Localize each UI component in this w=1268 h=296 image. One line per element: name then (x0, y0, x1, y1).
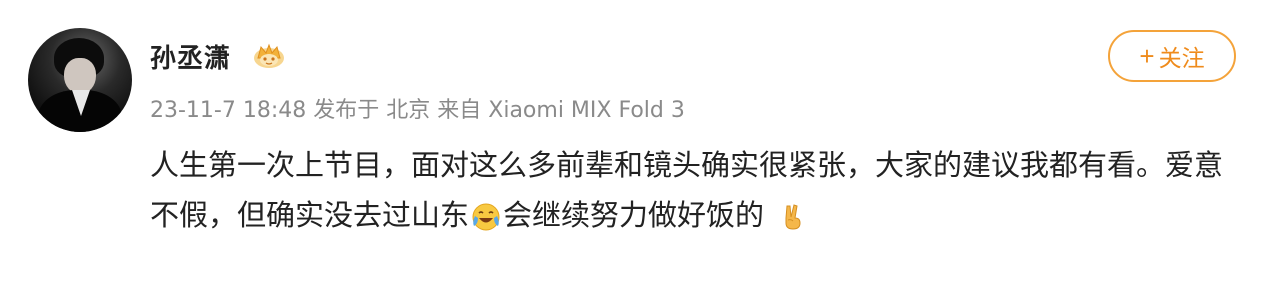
post-source: 来自 Xiaomi MIX Fold 3 (437, 98, 685, 123)
follow-button[interactable]: + 关注 (1108, 30, 1236, 82)
follow-label: 关注 (1158, 45, 1205, 71)
avatar-face (64, 58, 96, 94)
post-timestamp[interactable]: 23-11-7 18:48 (150, 98, 306, 123)
post-meta: 23-11-7 18:48 发布于 北京 来自 Xiaomi MIX Fold … (150, 92, 685, 124)
victory-hand-emoji-icon (785, 204, 801, 230)
laughing-crying-emoji-icon (472, 203, 500, 231)
post-text-part2: 会继续努力做好饭的 (503, 198, 765, 232)
avatar[interactable] (28, 28, 132, 132)
post-location: 发布于 北京 (313, 98, 431, 123)
weibo-post-card: 孙丞潇 23-11-7 18:48 发布于 北京 来自 Xiaomi MIX F… (0, 0, 1268, 296)
vip-crown-badge-icon (254, 43, 284, 68)
plus-icon: + (1139, 41, 1155, 71)
username[interactable]: 孙丞潇 (150, 38, 231, 75)
post-content: 人生第一次上节目，面对这么多前辈和镜头确实很紧张，大家的建议我都有看。爱意不假，… (150, 140, 1230, 240)
